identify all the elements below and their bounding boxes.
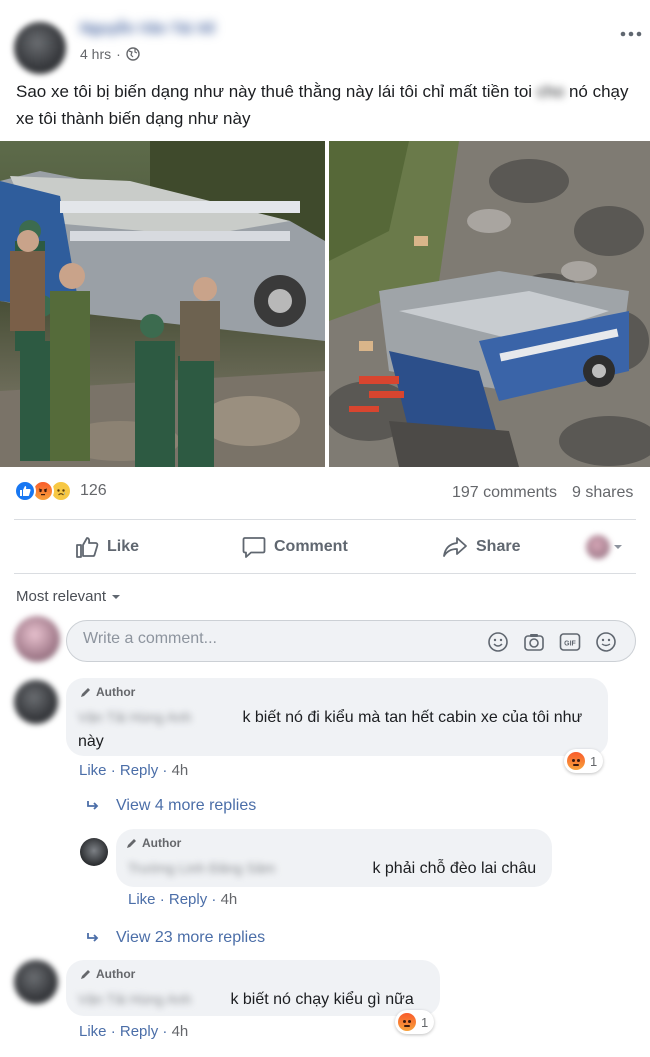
separator-dot: ·: [110, 762, 120, 779]
gif-icon[interactable]: GIF: [559, 631, 581, 653]
sticker-icon[interactable]: [595, 631, 617, 653]
post-text: Sao xe tôi bị biến dạng như này thuê thằ…: [16, 78, 636, 132]
reply-body: Trường Linh Đăng Sâm k phải chỗ đèo lai …: [128, 856, 548, 881]
separator-dot: ·: [211, 891, 221, 908]
comment-author-name[interactable]: Vận Tải Hùng Anh: [78, 987, 226, 1011]
globe-icon: [126, 47, 140, 61]
author-badge-label: Author: [96, 685, 136, 699]
separator-dot: ·: [110, 1023, 120, 1040]
share-arrow-icon: [443, 537, 467, 557]
reactions-summary[interactable]: 126: [14, 480, 107, 502]
actions-bottom-divider: [14, 573, 636, 574]
composer-avatar[interactable]: [14, 616, 60, 662]
view-more-replies-link[interactable]: View 4 more replies: [86, 797, 256, 815]
author-badge: Author: [80, 967, 135, 981]
post-photo-right[interactable]: [329, 141, 650, 467]
reaction-count[interactable]: 126: [80, 482, 107, 500]
viewer-avatar-small: [586, 535, 610, 559]
truck-crash-photo-left: [0, 141, 325, 467]
like-label: Like: [107, 538, 140, 555]
comment-time[interactable]: 4h: [172, 1023, 189, 1040]
comment-body: Vận Tải Hùng Anh k biết nó chạy kiểu gì …: [78, 987, 438, 1012]
author-badge-label: Author: [142, 836, 182, 850]
separator-dot: ·: [162, 1023, 172, 1040]
camera-icon[interactable]: [523, 631, 545, 653]
comment-avatar[interactable]: [14, 960, 58, 1004]
speech-bubble-icon: [242, 537, 266, 558]
comments-count[interactable]: 197 comments: [452, 484, 557, 502]
comment-time[interactable]: 4h: [172, 762, 189, 779]
truck-crash-photo-right: [329, 141, 650, 467]
reply-actions: Like · Reply · 4h: [128, 891, 237, 908]
author-badge: Author: [126, 836, 181, 850]
comment-author-name[interactable]: Vận Tải Hùng Anh: [78, 705, 238, 729]
comment-composer[interactable]: GIF: [66, 620, 636, 662]
post-photo-left[interactable]: [0, 141, 325, 467]
post-author-name[interactable]: Nguyễn Văn Tài Xế: [80, 20, 215, 37]
separator-dot: ·: [116, 46, 121, 62]
reply-arrow-icon: [87, 801, 99, 810]
reply-text: k phải chỗ đèo lai châu: [372, 860, 537, 877]
post-time[interactable]: 4 hrs: [80, 46, 111, 62]
reply-reply-link[interactable]: Reply: [169, 891, 207, 908]
author-badge: Author: [80, 685, 135, 699]
comment-body: Vận Tải Hùng Anh k biết nó đi kiểu mà ta…: [78, 705, 598, 754]
comment-input[interactable]: [83, 630, 463, 648]
comment-label: Comment: [274, 538, 348, 555]
comment-avatar[interactable]: [14, 680, 58, 724]
pencil-icon: [81, 688, 90, 697]
author-badge-label: Author: [96, 967, 136, 981]
comment-like-link[interactable]: Like: [79, 1023, 107, 1040]
pencil-icon: [81, 970, 90, 979]
actions-top-divider: [14, 519, 636, 520]
comment-text: k biết nó chạy kiểu gì nữa: [230, 991, 414, 1008]
reply-time[interactable]: 4h: [221, 891, 238, 908]
view-more-replies-label: View 23 more replies: [116, 929, 266, 946]
comment-button[interactable]: Comment: [242, 532, 348, 562]
share-button[interactable]: Share: [442, 532, 520, 562]
shares-count[interactable]: 9 shares: [572, 484, 633, 502]
comment-filter-label: Most relevant: [16, 588, 107, 605]
comment-reply-link[interactable]: Reply: [120, 762, 158, 779]
audience-selector[interactable]: [586, 535, 623, 559]
angry-icon: [398, 1013, 416, 1031]
ellipsis-icon: [620, 31, 642, 37]
separator-dot: ·: [162, 762, 172, 779]
post-text-blurred: cho: [536, 82, 565, 101]
reply-arrow-icon: [87, 933, 99, 942]
post-options-button[interactable]: [620, 24, 642, 42]
comment-reply-link[interactable]: Reply: [120, 1023, 158, 1040]
share-label: Share: [476, 538, 521, 555]
comment-bubble: Author Vận Tải Hùng Anh k biết nó đi kiể…: [66, 678, 608, 756]
comment-bubble: Author Vận Tải Hùng Anh k biết nó chạy k…: [66, 960, 440, 1016]
reply-avatar[interactable]: [80, 838, 108, 866]
post-timestamp[interactable]: 4 hrs ·: [80, 46, 140, 62]
comment-like-link[interactable]: Like: [79, 762, 107, 779]
view-more-replies-link[interactable]: View 23 more replies: [86, 929, 265, 947]
comment-reaction-badge[interactable]: 1: [564, 749, 604, 773]
caret-down-icon: [614, 545, 622, 549]
comment-filter-dropdown[interactable]: Most relevant: [16, 588, 121, 605]
reply-author-name[interactable]: Trường Linh Đăng Sâm: [128, 856, 368, 880]
thumbs-up-icon: [76, 537, 99, 558]
post-author-avatar[interactable]: [14, 22, 66, 74]
comment-actions: Like · Reply · 4h: [79, 762, 188, 779]
reaction-count: 1: [421, 1014, 429, 1030]
svg-text:GIF: GIF: [564, 641, 576, 648]
comment-actions: Like · Reply · 4h: [79, 1023, 188, 1040]
post-text-main: Sao xe tôi bị biến dạng như này thuê thằ…: [16, 82, 533, 101]
comment-reaction-badge[interactable]: 1: [395, 1010, 435, 1034]
like-button[interactable]: Like: [75, 532, 139, 562]
reaction-count: 1: [590, 753, 598, 769]
like-icon: [14, 480, 36, 502]
reply-like-link[interactable]: Like: [128, 891, 156, 908]
caret-down-icon: [112, 594, 121, 599]
view-more-replies-label: View 4 more replies: [116, 797, 257, 814]
separator-dot: ·: [159, 891, 169, 908]
emoji-icon[interactable]: [487, 631, 509, 653]
angry-icon: [567, 752, 585, 770]
pencil-icon: [127, 839, 136, 848]
reply-bubble: Author Trường Linh Đăng Sâm k phải chỗ đ…: [116, 829, 552, 887]
